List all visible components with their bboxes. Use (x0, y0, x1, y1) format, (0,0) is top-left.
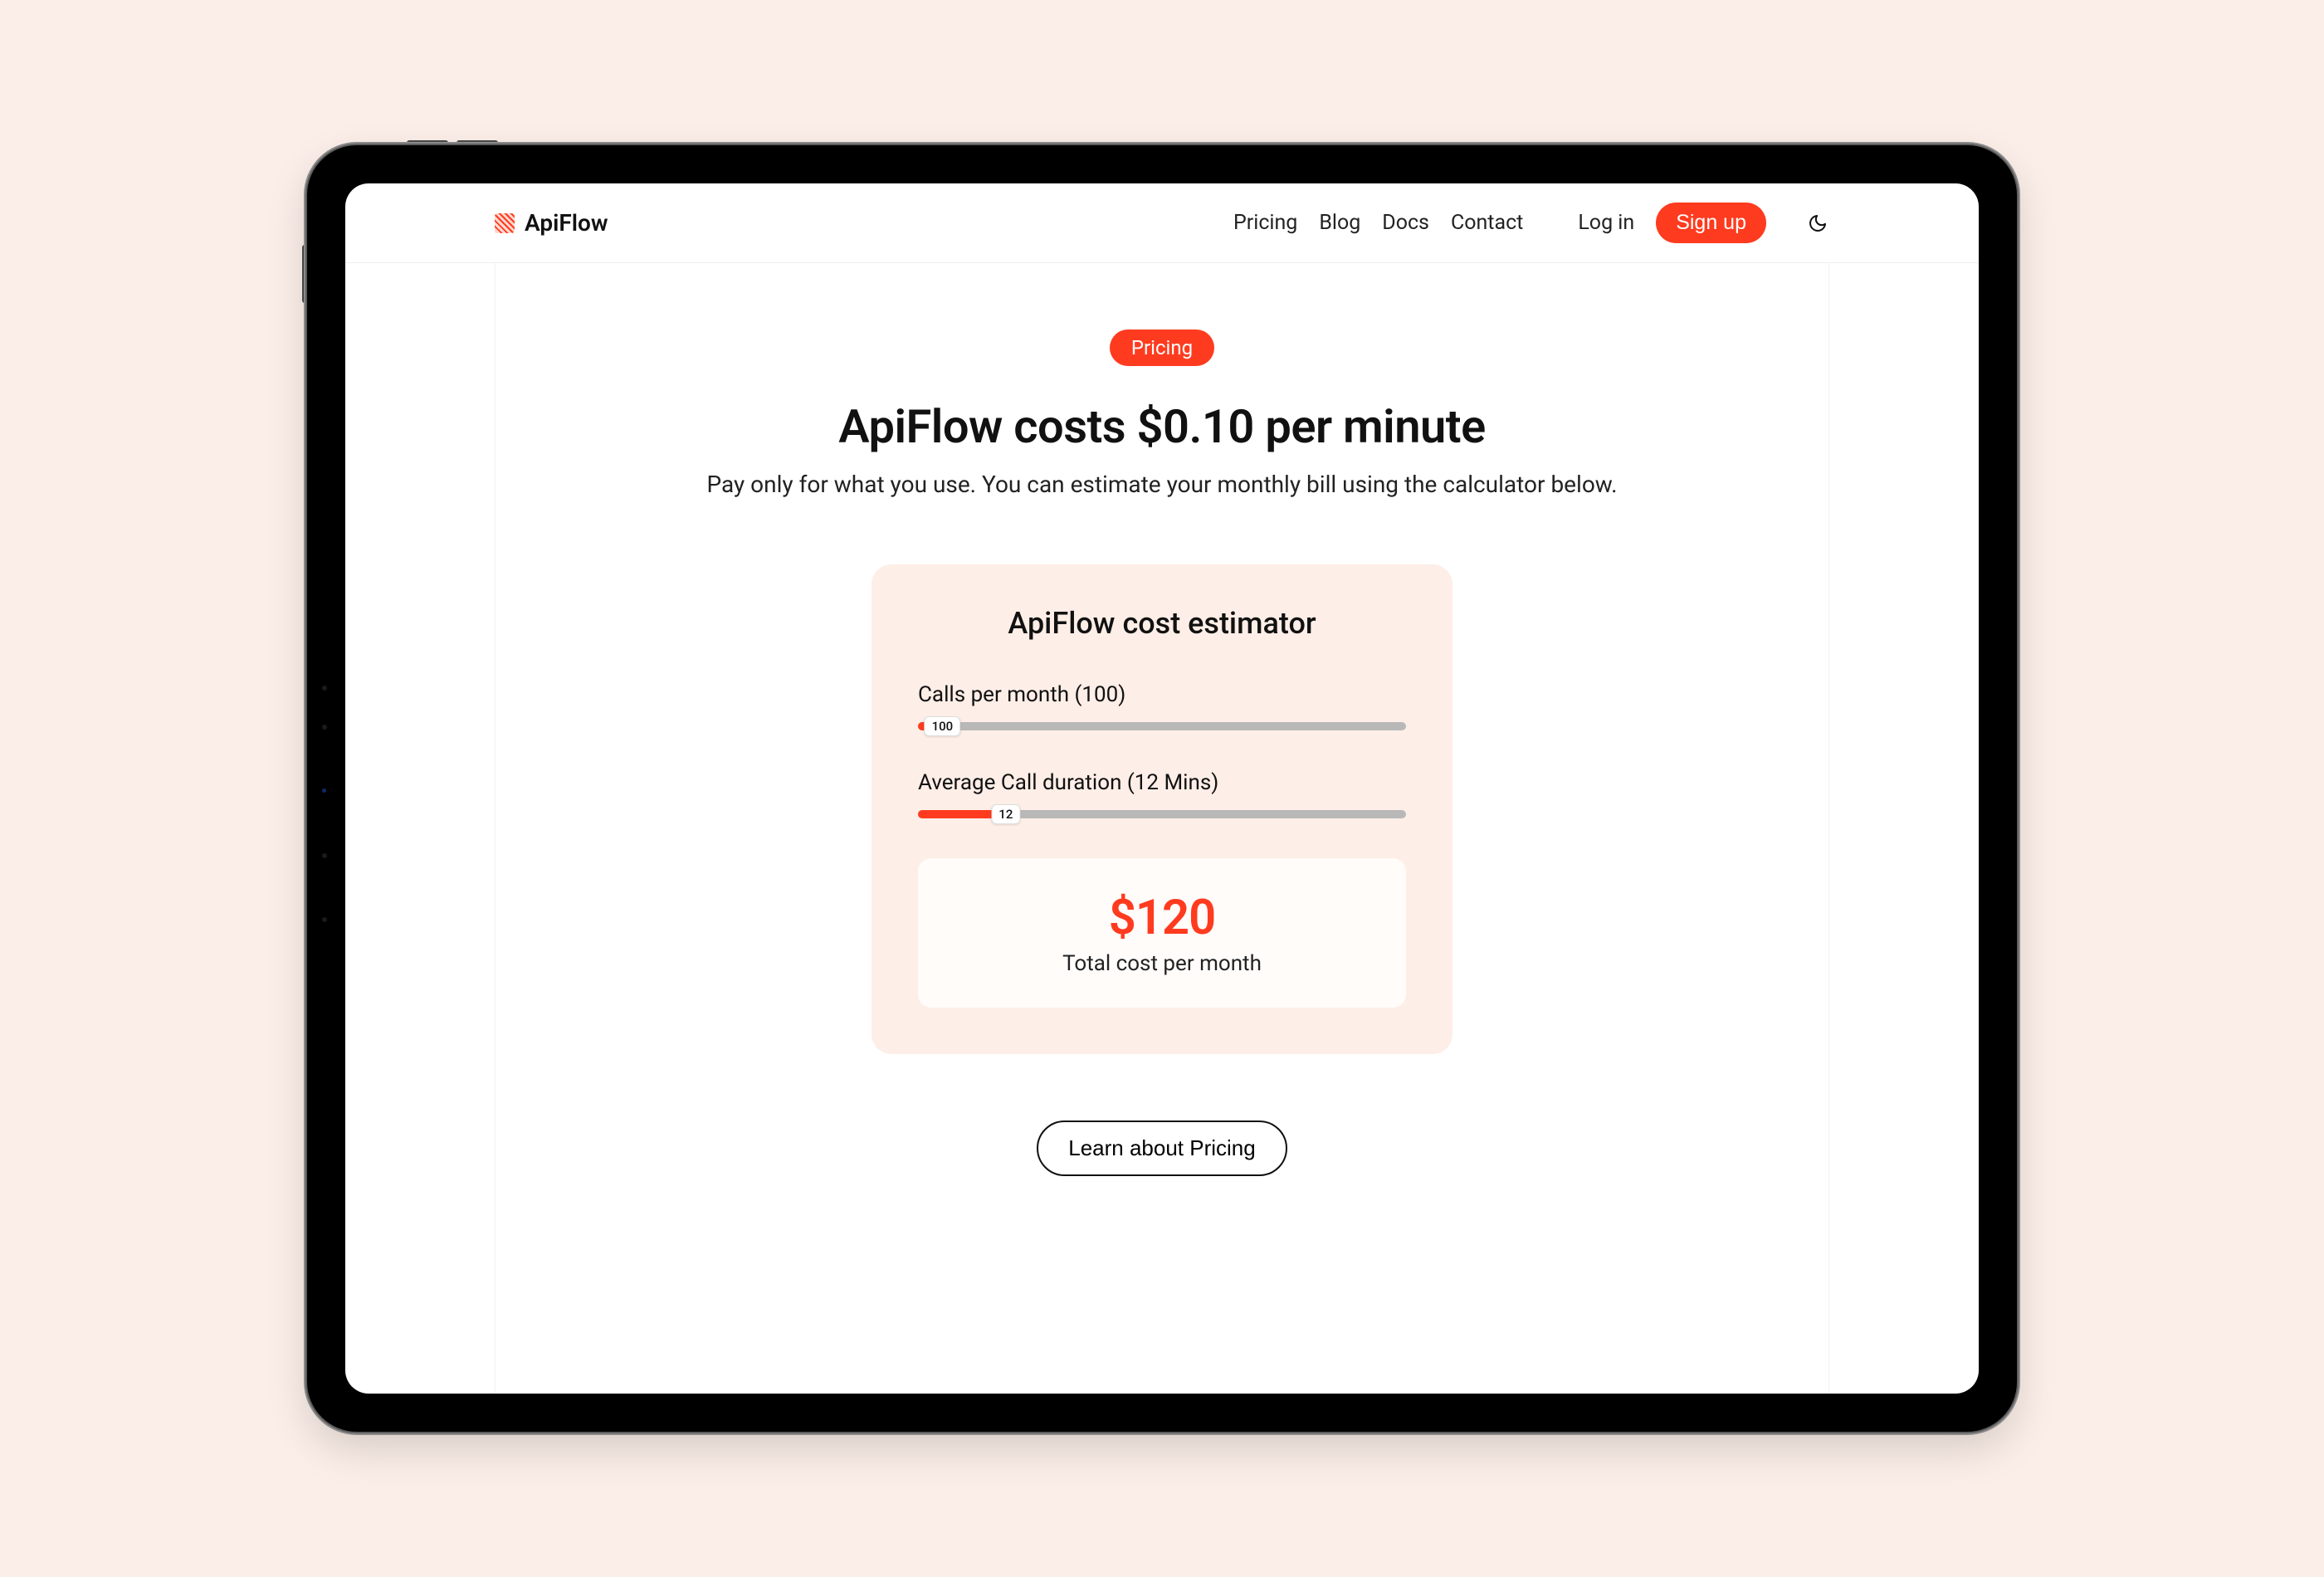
estimate-caption: Total cost per month (935, 951, 1389, 976)
device-camera-dot (322, 788, 326, 793)
page-title: ApiFlow costs $0.10 per minute (697, 399, 1627, 454)
main-content: Pricing ApiFlow costs $0.10 per minute P… (345, 263, 1979, 1394)
slider-label: Average Call duration (12 Mins) (918, 770, 1406, 795)
signup-button[interactable]: Sign up (1656, 203, 1766, 243)
section-badge: Pricing (1110, 330, 1214, 366)
device-sensor-dot (322, 686, 327, 691)
estimator-heading: ApiFlow cost estimator (918, 606, 1406, 641)
slider-track[interactable]: 12 (918, 810, 1406, 818)
slider-label: Calls per month (100) (918, 682, 1406, 707)
site-header: ApiFlow Pricing Blog Docs Contact Log in… (345, 183, 1979, 263)
estimate-result: $120 Total cost per month (918, 858, 1406, 1008)
device-sensor-dot (322, 917, 327, 922)
device-sensor-dot (322, 725, 327, 730)
tablet-device-frame: ApiFlow Pricing Blog Docs Contact Log in… (307, 145, 2017, 1432)
slider-call-duration: Average Call duration (12 Mins) 12 (918, 770, 1406, 818)
primary-nav: Pricing Blog Docs Contact Log in Sign up (1233, 203, 1829, 243)
device-screen: ApiFlow Pricing Blog Docs Contact Log in… (345, 183, 1979, 1394)
moon-icon (1808, 213, 1828, 233)
slider-calls-per-month: Calls per month (100) 100 (918, 682, 1406, 730)
theme-toggle[interactable] (1806, 212, 1829, 235)
nav-link-blog[interactable]: Blog (1319, 211, 1360, 235)
cost-estimator-card: ApiFlow cost estimator Calls per month (… (872, 564, 1452, 1054)
slider-thumb[interactable]: 100 (925, 716, 961, 736)
brand[interactable]: ApiFlow (495, 209, 608, 237)
brand-logo-icon (495, 213, 515, 233)
layout-guide-line (495, 263, 496, 1394)
app-root: ApiFlow Pricing Blog Docs Contact Log in… (345, 183, 1979, 1394)
pricing-section: Pricing ApiFlow costs $0.10 per minute P… (664, 263, 1660, 1276)
slider-track[interactable]: 100 (918, 722, 1406, 730)
slider-thumb[interactable]: 12 (991, 804, 1020, 824)
page-subtitle: Pay only for what you use. You can estim… (697, 471, 1627, 498)
nav-link-docs[interactable]: Docs (1382, 211, 1429, 235)
nav-link-pricing[interactable]: Pricing (1233, 211, 1297, 235)
nav-link-contact[interactable]: Contact (1451, 211, 1523, 235)
device-bezel: ApiFlow Pricing Blog Docs Contact Log in… (307, 145, 2017, 1432)
estimate-amount: $120 (935, 890, 1389, 946)
device-sensor-dot (322, 853, 327, 858)
brand-name: ApiFlow (525, 209, 608, 237)
login-link[interactable]: Log in (1578, 211, 1634, 235)
layout-guide-line (1828, 263, 1829, 1394)
learn-about-pricing-button[interactable]: Learn about Pricing (1037, 1120, 1286, 1176)
